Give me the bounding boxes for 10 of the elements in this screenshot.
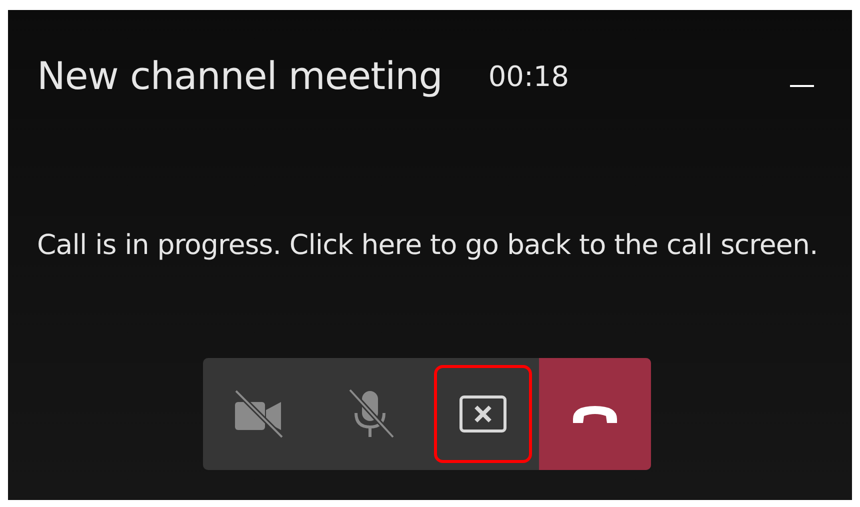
minimize-button[interactable] [790, 84, 814, 86]
mic-off-icon [347, 389, 395, 440]
hang-up-icon [570, 403, 620, 426]
hang-up-button[interactable] [539, 358, 651, 470]
call-in-progress-link[interactable]: Call is in progress. Click here to go back to the call screen. [37, 229, 818, 261]
meeting-title: New channel meeting [37, 53, 442, 100]
call-timer: 00:18 [488, 58, 570, 94]
stop-sharing-icon [459, 395, 507, 434]
minimize-icon [790, 84, 814, 86]
video-off-icon [233, 390, 285, 438]
